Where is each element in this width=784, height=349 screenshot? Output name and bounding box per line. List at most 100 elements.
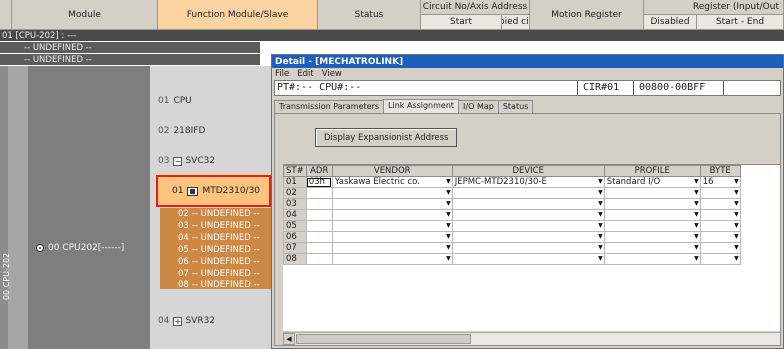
st-cell: 04 bbox=[283, 209, 307, 221]
byte-cell[interactable] bbox=[699, 187, 741, 199]
vendor-cell[interactable] bbox=[331, 242, 453, 254]
vendor-cell[interactable] bbox=[331, 209, 453, 221]
menu-file[interactable]: File bbox=[275, 69, 289, 79]
slave-item-03[interactable]: 03 -- UNDEFINED -- bbox=[160, 220, 271, 232]
byte-cell[interactable]: 16 bbox=[699, 176, 741, 188]
expand-icon[interactable]: + bbox=[173, 316, 183, 326]
device-cell[interactable] bbox=[451, 231, 605, 243]
detail-window-title[interactable]: Detail - [MECHATROLINK] bbox=[272, 55, 783, 68]
slave-item-04[interactable]: 04 -- UNDEFINED -- bbox=[160, 232, 271, 244]
header-motion-register[interactable]: Motion Register bbox=[530, 0, 644, 30]
profile-cell[interactable] bbox=[603, 198, 701, 210]
byte-cell[interactable] bbox=[699, 220, 741, 232]
module-item-cpu[interactable]: 01 CPU bbox=[158, 96, 192, 106]
header-occupied-circuit[interactable]: cupied circu bbox=[502, 15, 530, 30]
col-st[interactable]: ST# bbox=[283, 165, 307, 177]
adr-cell[interactable] bbox=[305, 187, 333, 199]
table-row[interactable]: 04 bbox=[283, 209, 741, 221]
adr-cell[interactable] bbox=[305, 220, 333, 232]
vendor-cell[interactable] bbox=[331, 198, 453, 210]
device-cell[interactable]: JEPMC-MTD2310/30-E bbox=[451, 176, 605, 188]
vendor-cell[interactable] bbox=[331, 220, 453, 232]
slave-num: 07 bbox=[178, 269, 189, 279]
cpu202-node[interactable]: 00 CPU202[------] bbox=[32, 243, 124, 253]
tree-row-undefined-2[interactable]: -- UNDEFINED -- bbox=[0, 54, 260, 65]
tab-link-assignment[interactable]: Link Assignment bbox=[383, 99, 460, 114]
profile-cell[interactable] bbox=[603, 187, 701, 199]
slave-item-07[interactable]: 07 -- UNDEFINED -- bbox=[160, 268, 271, 280]
device-cell[interactable] bbox=[451, 187, 605, 199]
slave-item-02[interactable]: 02 -- UNDEFINED -- bbox=[160, 208, 271, 220]
table-row[interactable]: 02 bbox=[283, 187, 741, 199]
header-status[interactable]: Status bbox=[318, 0, 421, 30]
tree-row-cpu202[interactable]: 01 [CPU-202] : --- bbox=[0, 30, 784, 41]
byte-cell[interactable] bbox=[699, 242, 741, 254]
table-row[interactable]: 07 bbox=[283, 242, 741, 254]
header-start[interactable]: Start bbox=[421, 15, 502, 30]
adr-cell[interactable] bbox=[305, 231, 333, 243]
horizontal-scrollbar[interactable]: ◀ bbox=[283, 332, 780, 345]
profile-cell[interactable] bbox=[603, 231, 701, 243]
collapse-icon[interactable]: − bbox=[173, 156, 183, 166]
header-function-module-slave[interactable]: Function Module/Slave bbox=[158, 0, 318, 30]
tab-transmission-parameters[interactable]: Transmission Parameters bbox=[274, 100, 385, 113]
device-cell[interactable] bbox=[451, 220, 605, 232]
adr-cell[interactable]: 03h bbox=[305, 176, 333, 188]
table-row[interactable]: 05 bbox=[283, 220, 741, 232]
device-cell[interactable] bbox=[451, 198, 605, 210]
header-disabled[interactable]: Disabled bbox=[644, 15, 697, 30]
byte-cell[interactable] bbox=[699, 209, 741, 221]
table-row[interactable]: 08 bbox=[283, 253, 741, 265]
scroll-thumb[interactable] bbox=[296, 334, 471, 344]
byte-cell[interactable] bbox=[699, 253, 741, 265]
device-cell[interactable] bbox=[451, 253, 605, 265]
profile-cell[interactable] bbox=[603, 242, 701, 254]
profile-cell[interactable]: Standard I/O bbox=[603, 176, 701, 188]
col-profile[interactable]: PROFILE bbox=[603, 165, 701, 177]
module-item-218ifd[interactable]: 02 218IFD bbox=[158, 126, 205, 136]
slave-item-08[interactable]: 08 -- UNDEFINED -- bbox=[160, 280, 271, 290]
cpu-vertical-label: 00 CPU-202 bbox=[2, 252, 11, 300]
adr-cell[interactable] bbox=[305, 253, 333, 265]
slave-num: 02 bbox=[178, 209, 189, 219]
profile-cell[interactable] bbox=[603, 209, 701, 221]
col-device[interactable]: DEVICE bbox=[451, 165, 605, 177]
tree-row-undefined-1[interactable]: -- UNDEFINED -- bbox=[0, 42, 260, 53]
table-row[interactable]: 06 bbox=[283, 231, 741, 243]
profile-cell[interactable] bbox=[603, 253, 701, 265]
byte-cell[interactable] bbox=[699, 231, 741, 243]
device-cell[interactable] bbox=[451, 242, 605, 254]
vendor-cell[interactable] bbox=[331, 187, 453, 199]
menu-view[interactable]: View bbox=[322, 69, 342, 79]
module-item-svr32[interactable]: 04 + SVR32 bbox=[158, 316, 215, 326]
byte-cell[interactable] bbox=[699, 198, 741, 210]
col-byte[interactable]: BYTE bbox=[699, 165, 741, 177]
info-separator bbox=[633, 81, 634, 95]
menu-edit[interactable]: Edit bbox=[297, 69, 313, 79]
adr-cell[interactable] bbox=[305, 209, 333, 221]
table-row[interactable]: 03 bbox=[283, 198, 741, 210]
col-vendor[interactable]: VENDOR bbox=[331, 165, 453, 177]
tab-io-map[interactable]: I/O Map bbox=[458, 100, 499, 113]
col-adr[interactable]: ADR bbox=[305, 165, 333, 177]
slave-item-05[interactable]: 05 -- UNDEFINED -- bbox=[160, 244, 271, 256]
slave-item-06[interactable]: 06 -- UNDEFINED -- bbox=[160, 256, 271, 268]
vendor-cell[interactable] bbox=[331, 231, 453, 243]
module-item-svc32[interactable]: 03 − SVC32 bbox=[158, 156, 215, 166]
header-start-end[interactable]: Start - End bbox=[697, 15, 784, 30]
profile-cell[interactable] bbox=[603, 220, 701, 232]
info-bar: PT#:-- CPU#:-- CIR#01 00800-00BFF bbox=[274, 80, 781, 96]
adr-cell[interactable] bbox=[305, 242, 333, 254]
st-cell: 08 bbox=[283, 253, 307, 265]
tab-status[interactable]: Status bbox=[497, 100, 534, 113]
device-cell[interactable] bbox=[451, 209, 605, 221]
vendor-cell[interactable]: Yaskawa Electric co. bbox=[331, 176, 453, 188]
header-circuit-axis-address[interactable]: Circuit No/Axis Address bbox=[421, 0, 530, 15]
header-register-io[interactable]: Register (Input/Out bbox=[644, 0, 784, 15]
vendor-cell[interactable] bbox=[331, 253, 453, 265]
display-expansionist-address-button[interactable]: Display Expansionist Address bbox=[315, 128, 458, 147]
table-row[interactable]: 0103hYaskawa Electric co.JEPMC-MTD2310/3… bbox=[283, 176, 741, 188]
scroll-left-icon[interactable]: ◀ bbox=[283, 333, 295, 345]
adr-cell[interactable] bbox=[305, 198, 333, 210]
header-module[interactable]: Module bbox=[12, 0, 158, 30]
